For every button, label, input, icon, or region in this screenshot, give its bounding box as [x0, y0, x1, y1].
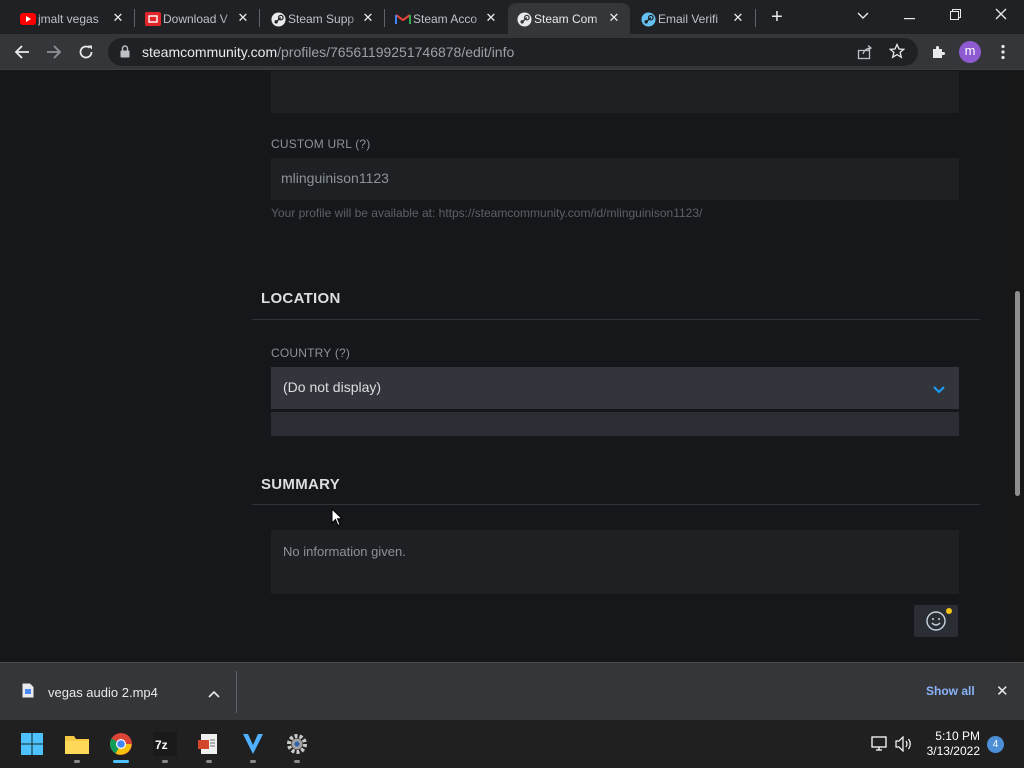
close-tab-icon[interactable]: ✕	[606, 10, 622, 26]
vegas-icon[interactable]	[239, 730, 267, 758]
page-scrollbar[interactable]	[1010, 71, 1024, 662]
video-file-icon	[22, 683, 34, 701]
close-tab-icon[interactable]: ✕	[110, 10, 126, 26]
chevron-up-icon[interactable]	[208, 686, 220, 701]
tab-separator	[755, 9, 756, 27]
state-select-placeholder[interactable]	[271, 412, 959, 436]
tab-download[interactable]: Download V ✕	[137, 3, 259, 34]
close-window-button[interactable]	[978, 2, 1024, 30]
tab-separator	[384, 9, 385, 27]
tab-separator	[259, 9, 260, 27]
active-indicator	[113, 760, 129, 763]
running-indicator	[294, 760, 300, 763]
tab-search-chevron-icon[interactable]	[840, 2, 886, 30]
running-indicator	[250, 760, 256, 763]
running-indicator	[74, 760, 80, 763]
tab-email-verification[interactable]: Email Verifi ✕	[632, 3, 754, 34]
url-path: /profiles/76561199251746878/edit/info	[277, 44, 515, 60]
location-section-title: LOCATION	[261, 290, 341, 307]
running-indicator	[162, 760, 168, 763]
download-separator	[236, 671, 237, 713]
close-download-bar-icon[interactable]: ✕	[996, 682, 1009, 700]
steam-icon	[640, 11, 656, 27]
back-button[interactable]	[9, 39, 35, 65]
download-item[interactable]: vegas audio 2.mp4	[14, 677, 232, 707]
custom-url-hint: Your profile will be available at: https…	[271, 206, 703, 220]
steam-icon	[270, 11, 286, 27]
close-tab-icon[interactable]: ✕	[360, 10, 376, 26]
download-bar: vegas audio 2.mp4 Show all ✕	[0, 662, 1024, 720]
previous-field-box[interactable]	[271, 71, 959, 113]
bookmark-star-icon[interactable]	[888, 42, 906, 64]
document-app-icon[interactable]	[195, 730, 223, 758]
section-divider	[252, 504, 980, 505]
show-all-button[interactable]: Show all	[926, 684, 975, 698]
chevron-down-icon	[933, 381, 945, 397]
windows-taskbar: 7z 5:10 PM 3/13/2022 4	[0, 720, 1024, 768]
download-file-name: vegas audio 2.mp4	[48, 684, 158, 700]
volume-icon[interactable]	[890, 730, 918, 758]
close-tab-icon[interactable]: ✕	[730, 10, 746, 26]
summary-section-title: SUMMARY	[261, 476, 341, 493]
emoticon-picker-button[interactable]	[914, 605, 958, 637]
tab-title: Download V	[163, 11, 228, 26]
browser-toolbar: steamcommunity.com/profiles/765611992517…	[0, 34, 1024, 70]
close-tab-icon[interactable]: ✕	[483, 10, 499, 26]
tab-title: Steam Com	[534, 11, 598, 26]
notification-dot	[946, 608, 952, 614]
country-select[interactable]: (Do not display)	[271, 367, 959, 409]
lock-icon[interactable]	[120, 45, 130, 63]
minimize-button[interactable]	[886, 2, 932, 30]
download-site-icon	[145, 12, 161, 26]
clock-time: 5:10 PM	[935, 729, 980, 743]
tab-title: jmalt vegas	[38, 11, 99, 26]
profile-avatar[interactable]: m	[959, 41, 981, 63]
country-selected-value: (Do not display)	[283, 379, 382, 395]
steam-edit-profile-page: CUSTOM URL (?) mlinguinison1123 Your pro…	[0, 71, 1010, 662]
summary-textarea[interactable]: No information given.	[271, 530, 959, 594]
country-label: COUNTRY (?)	[271, 346, 351, 360]
tab-title: Email Verifi	[658, 11, 719, 26]
tab-gmail[interactable]: Steam Acco ✕	[387, 3, 507, 34]
close-tab-icon[interactable]: ✕	[235, 10, 251, 26]
notification-badge[interactable]: 4	[987, 736, 1004, 753]
steam-icon	[516, 11, 532, 27]
scrollbar-thumb[interactable]	[1015, 291, 1020, 496]
url-host: steamcommunity.com	[142, 44, 278, 60]
running-indicator	[206, 760, 212, 763]
gmail-icon	[395, 12, 411, 26]
custom-url-label: CUSTOM URL (?)	[271, 137, 371, 151]
url-text: steamcommunity.com/profiles/765611992517…	[142, 44, 514, 60]
tab-title: Steam Supp	[288, 11, 355, 26]
tab-youtube[interactable]: jmalt vegas ✕	[12, 3, 134, 34]
7zip-icon[interactable]: 7z	[151, 730, 179, 758]
youtube-icon	[20, 12, 36, 26]
browser-menu-icon[interactable]	[990, 39, 1016, 65]
tab-steam-community[interactable]: Steam Com ✕	[508, 3, 630, 34]
mouse-cursor-icon	[331, 507, 344, 532]
section-divider	[252, 319, 980, 320]
new-tab-button[interactable]: +	[766, 7, 788, 29]
tab-title: Steam Acco	[413, 11, 478, 26]
tab-separator	[134, 9, 135, 27]
settings-gear-icon[interactable]	[283, 730, 311, 758]
custom-url-input[interactable]: mlinguinison1123	[271, 158, 959, 200]
start-icon[interactable]	[18, 730, 46, 758]
extensions-icon[interactable]	[925, 39, 951, 65]
svg-text:7z: 7z	[155, 738, 168, 752]
file-explorer-icon[interactable]	[63, 730, 91, 758]
smiley-icon	[926, 611, 946, 631]
restore-button[interactable]	[932, 2, 978, 30]
tab-steam-support[interactable]: Steam Supp ✕	[262, 3, 384, 34]
share-icon[interactable]	[857, 44, 873, 65]
reload-button[interactable]	[73, 39, 99, 65]
forward-button[interactable]	[41, 39, 67, 65]
clock-date: 3/13/2022	[926, 744, 980, 758]
tab-strip: jmalt vegas ✕ Download V ✕ Steam Supp ✕ …	[0, 0, 1024, 34]
system-clock[interactable]: 5:10 PM 3/13/2022	[924, 729, 980, 759]
address-bar[interactable]: steamcommunity.com/profiles/765611992517…	[108, 38, 918, 66]
chrome-icon[interactable]	[107, 730, 135, 758]
